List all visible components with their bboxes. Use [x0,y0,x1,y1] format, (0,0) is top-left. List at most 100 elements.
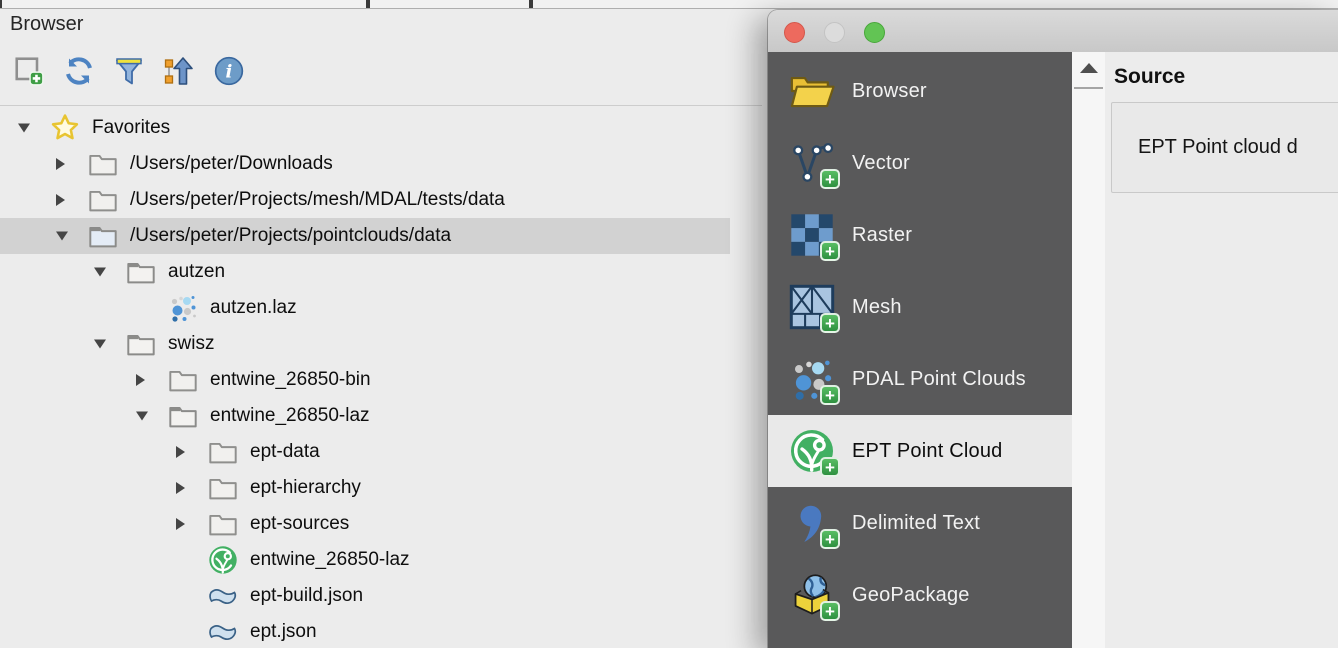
close-button[interactable] [784,22,805,43]
expand-arrow-icon[interactable] [176,518,185,530]
folder-closed-icon [208,437,238,467]
collapse-arrow-icon[interactable] [56,232,68,241]
point-cloud-icon [168,293,198,323]
tree-item[interactable]: ept-data [0,434,730,470]
folder-closed-icon [208,473,238,503]
tree-item[interactable]: autzen.laz [0,290,730,326]
tree-item[interactable]: /Users/peter/Projects/pointclouds/data [0,218,730,254]
tree-item-label: entwine_26850-bin [210,369,371,391]
window-top-strip [0,0,1338,9]
sidebar-item-feather[interactable] [768,631,1072,648]
tree-item[interactable]: ept-build.json [0,578,730,614]
sidebar-item-vector[interactable]: + Vector [768,127,1072,199]
tree-item-label: Favorites [92,117,170,139]
tree-item-label: ept-build.json [250,585,363,607]
source-page: Source EPT Point cloud d [1105,52,1338,648]
tree-item-label: /Users/peter/Downloads [130,153,333,175]
folder-closed-icon [168,365,198,395]
plus-badge-icon: + [820,241,840,261]
collapse-arrow-icon[interactable] [94,268,106,277]
expand-arrow-icon[interactable] [176,446,185,458]
sidebar-item-label: GeoPackage [852,584,970,607]
tree-item[interactable]: /Users/peter/Downloads [0,146,730,182]
toolbar-edge-mark [529,0,533,8]
plus-badge-icon: + [820,169,840,189]
sidebar-item-label: EPT Point Cloud [852,440,1003,463]
data-source-manager-dialog: Browser+Vector+Raster+Mesh+PDAL Point Cl… [768,10,1338,648]
tree-item[interactable]: entwine_26850-laz [0,542,730,578]
point-cloud-icon: + [788,355,836,403]
browser-tree: Favorites/Users/peter/Downloads/Users/pe… [0,9,768,648]
json-icon [208,617,238,647]
collapse-arrow-icon[interactable] [136,412,148,421]
star-icon [50,113,80,143]
sidebar-item-ept-point-cloud[interactable]: + EPT Point Cloud [768,415,1072,487]
expand-arrow-icon[interactable] [56,194,65,206]
tree-item-label: /Users/peter/Projects/mesh/MDAL/tests/da… [130,189,505,211]
sidebar-item-label: PDAL Point Clouds [852,368,1026,391]
tree-item[interactable]: ept-sources [0,506,730,542]
folder-open-blue-icon [88,221,118,251]
tree-item[interactable]: ept.json [0,614,730,648]
qgis-main-window: Browser i Favorites/Users/peter/Download… [0,0,1338,648]
feather-icon [788,635,836,648]
dialog-body: Browser+Vector+Raster+Mesh+PDAL Point Cl… [768,52,1338,648]
tree-item-label: ept-hierarchy [250,477,361,499]
plus-badge-icon: + [820,529,840,549]
tree-item[interactable]: entwine_26850-bin [0,362,730,398]
geopackage-icon: + [788,571,836,619]
plus-badge-icon: + [820,313,840,333]
sidebar-item-mesh[interactable]: + Mesh [768,271,1072,343]
sidebar-item-raster[interactable]: +Raster [768,199,1072,271]
tree-item[interactable]: Favorites [0,110,730,146]
collapse-arrow-icon[interactable] [18,124,30,133]
sidebar-item-label: Mesh [852,296,902,319]
toolbar-edge-mark [366,0,370,8]
source-field-label: EPT Point cloud d [1138,136,1298,159]
plus-badge-icon: + [820,601,840,621]
divider [1074,87,1103,89]
sidebar-item-geopackage[interactable]: + GeoPackage [768,559,1072,631]
tree-item-label: swisz [168,333,214,355]
tree-item[interactable]: autzen [0,254,730,290]
collapse-arrow-icon[interactable] [94,340,106,349]
browser-panel: Browser i Favorites/Users/peter/Download… [0,9,768,648]
sidebar-item-browser[interactable]: Browser [768,55,1072,127]
vector-icon: + [788,139,836,187]
zoom-button[interactable] [864,22,885,43]
folder-open-icon [126,329,156,359]
sidebar-item-delimited-text[interactable]: +Delimited Text [768,487,1072,559]
sidebar-item-pdal-point-clouds[interactable]: + PDAL Point Clouds [768,343,1072,415]
minimize-button[interactable] [824,22,845,43]
plus-badge-icon: + [820,385,840,405]
folder-yellow-icon [788,67,836,115]
json-icon [208,581,238,611]
folder-closed-icon [88,185,118,215]
tree-item[interactable]: swisz [0,326,730,362]
dialog-titlebar[interactable] [768,10,1338,53]
source-type-sidebar: Browser+Vector+Raster+Mesh+PDAL Point Cl… [768,52,1072,648]
entwine-icon [208,545,238,575]
folder-open-icon [126,257,156,287]
toolbar-edge-mark [0,0,2,8]
source-field[interactable]: EPT Point cloud d [1111,102,1338,193]
expand-arrow-icon[interactable] [56,158,65,170]
sidebar-item-label: Vector [852,152,910,175]
plus-badge-icon: + [820,457,840,477]
tree-item-label: ept-data [250,441,320,463]
scroll-up-arrow-icon [1080,63,1098,73]
folder-closed-icon [88,149,118,179]
sidebar-item-label: Browser [852,80,927,103]
expand-arrow-icon[interactable] [136,374,145,386]
source-heading: Source [1114,65,1185,89]
tree-item[interactable]: entwine_26850-laz [0,398,730,434]
comma-icon: + [788,499,836,547]
scroll-strip [1072,52,1105,648]
tree-item-label: autzen.laz [210,297,297,319]
expand-arrow-icon[interactable] [176,482,185,494]
tree-item-label: /Users/peter/Projects/pointclouds/data [130,225,451,247]
scroll-up-button[interactable] [1072,58,1105,78]
tree-item-label: entwine_26850-laz [210,405,370,427]
tree-item[interactable]: /Users/peter/Projects/mesh/MDAL/tests/da… [0,182,730,218]
tree-item[interactable]: ept-hierarchy [0,470,730,506]
